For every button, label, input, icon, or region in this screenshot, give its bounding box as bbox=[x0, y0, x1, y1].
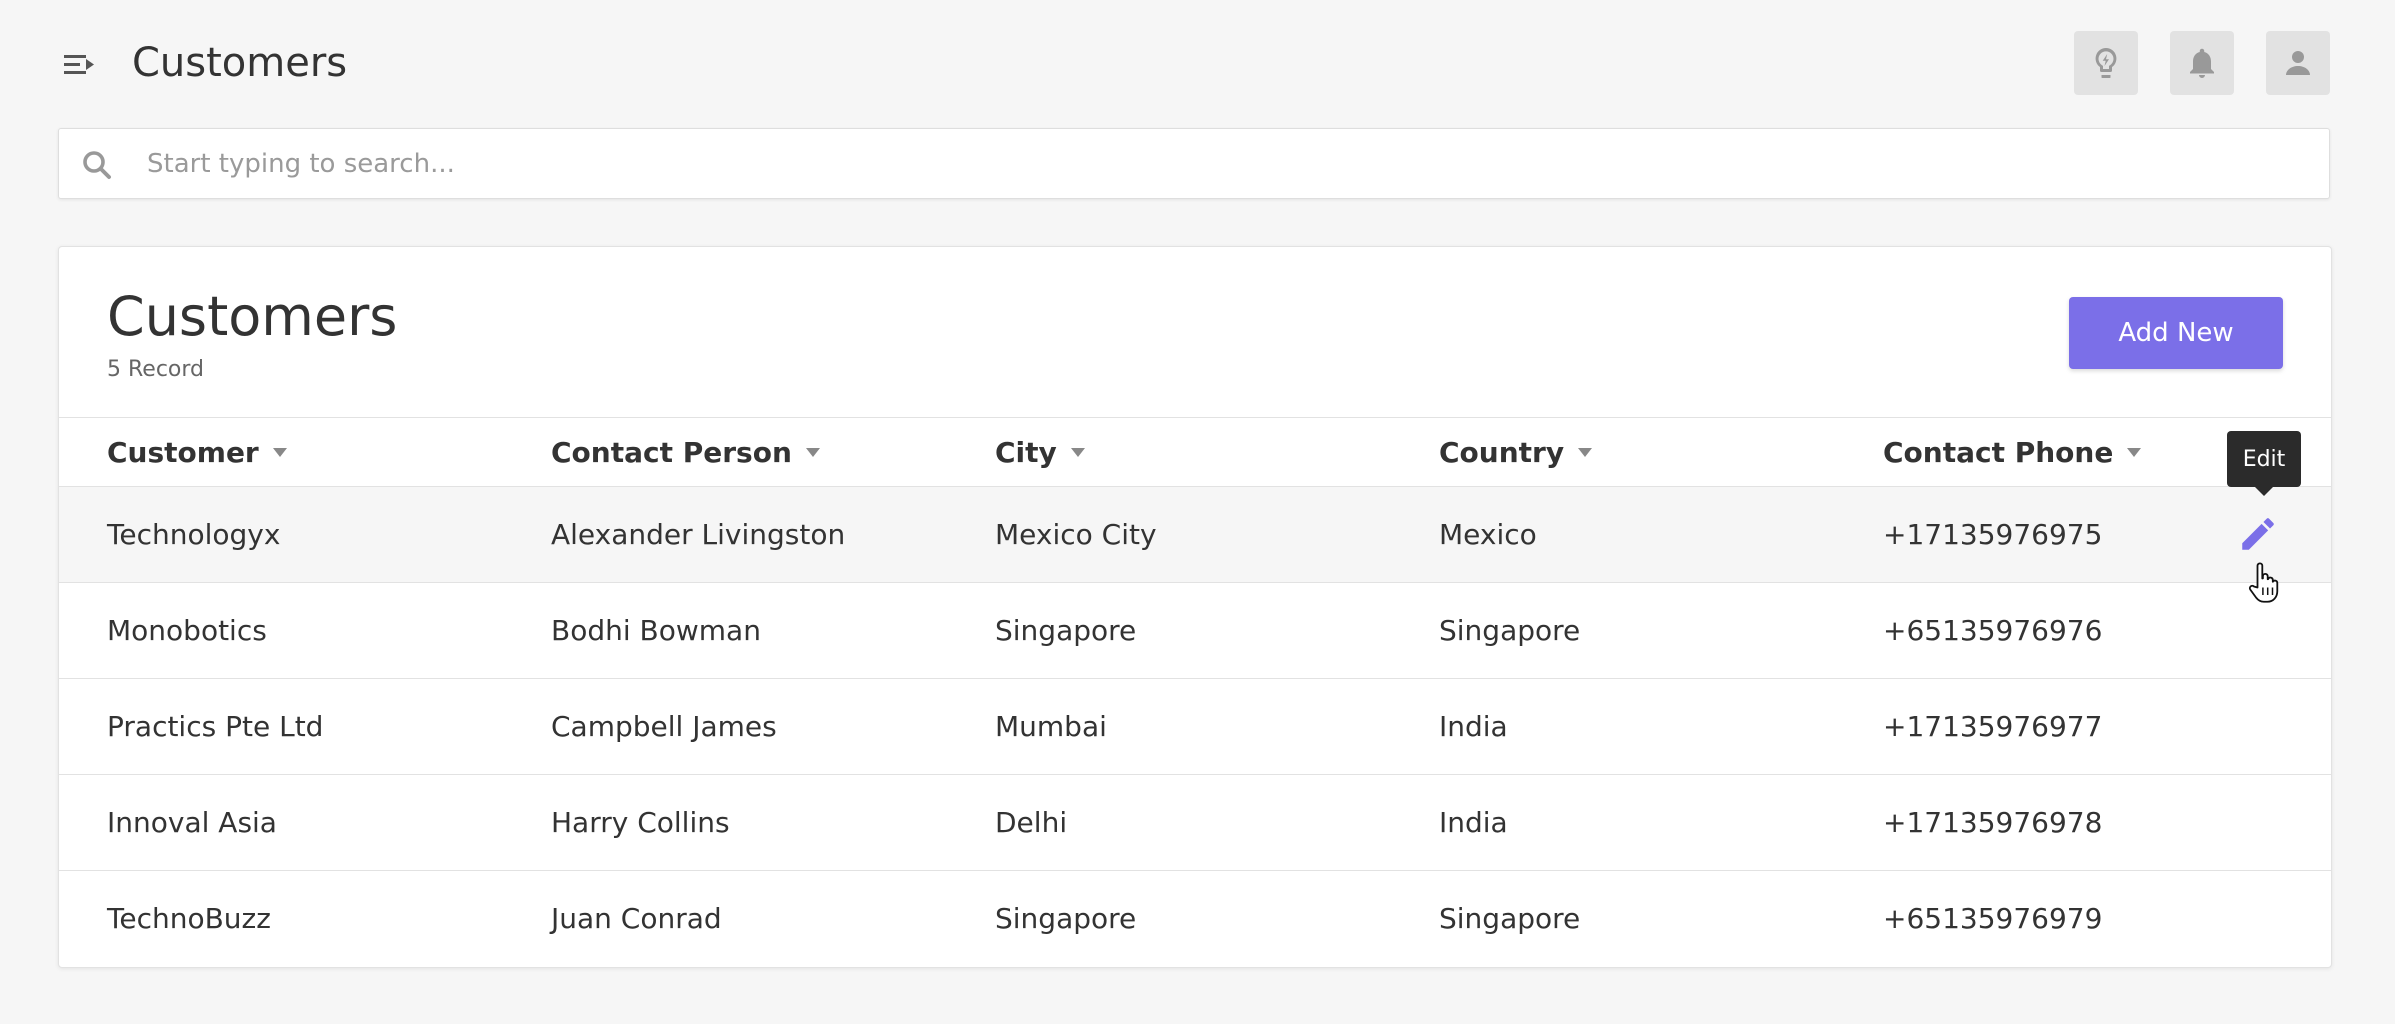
table-row[interactable]: TechnoBuzz Juan Conrad Singapore Singapo… bbox=[59, 871, 2331, 967]
cell-customer: TechnoBuzz bbox=[107, 902, 271, 935]
notifications-button[interactable] bbox=[2170, 31, 2234, 95]
hand-cursor-icon bbox=[2248, 562, 2279, 603]
cell-city: Singapore bbox=[995, 902, 1137, 935]
cell-country: India bbox=[1439, 806, 1508, 839]
column-header-label: Contact Person bbox=[551, 435, 792, 469]
pencil-icon[interactable] bbox=[2237, 513, 2279, 555]
table-header: Customer Contact Person City Country Con… bbox=[59, 417, 2331, 487]
cell-contact-person: Juan Conrad bbox=[551, 902, 722, 935]
column-header-label: Customer bbox=[107, 435, 259, 469]
cell-city: Mumbai bbox=[995, 710, 1107, 743]
page-title: Customers bbox=[132, 40, 348, 86]
cell-customer: Technologyx bbox=[107, 518, 281, 551]
cell-country: Mexico bbox=[1439, 518, 1537, 551]
customers-card: Customers 5 Record Add New Customer Cont… bbox=[58, 246, 2332, 968]
cell-contact-person: Bodhi Bowman bbox=[551, 614, 761, 647]
cell-contact-phone: +17135976975 bbox=[1883, 518, 2103, 551]
cell-country: India bbox=[1439, 710, 1508, 743]
bell-icon bbox=[2190, 48, 2214, 78]
user-icon bbox=[2286, 51, 2310, 75]
search-input[interactable] bbox=[147, 129, 2307, 198]
table-row[interactable]: Practics Pte Ltd Campbell James Mumbai I… bbox=[59, 679, 2331, 775]
cell-city: Singapore bbox=[995, 614, 1137, 647]
cell-contact-person: Harry Collins bbox=[551, 806, 730, 839]
table-row[interactable]: Technologyx Alexander Livingston Mexico … bbox=[59, 487, 2331, 583]
menu-collapse-icon[interactable] bbox=[62, 50, 96, 80]
cell-customer: Practics Pte Ltd bbox=[107, 710, 324, 743]
record-count: 5 Record bbox=[107, 357, 205, 382]
column-header-label: City bbox=[995, 435, 1057, 469]
table-row[interactable]: Innoval Asia Harry Collins Delhi India +… bbox=[59, 775, 2331, 871]
cell-contact-phone: +17135976978 bbox=[1883, 806, 2103, 839]
cell-customer: Innoval Asia bbox=[107, 806, 277, 839]
table-row[interactable]: Monobotics Bodhi Bowman Singapore Singap… bbox=[59, 583, 2331, 679]
search-icon bbox=[83, 151, 111, 179]
edit-tooltip: Edit bbox=[2227, 431, 2301, 496]
cell-country: Singapore bbox=[1439, 902, 1581, 935]
cell-city: Delhi bbox=[995, 806, 1068, 839]
column-header-country[interactable]: Country bbox=[1439, 418, 1593, 486]
ideas-button[interactable] bbox=[2074, 31, 2138, 95]
column-header-label: Country bbox=[1439, 435, 1565, 469]
top-bar: Customers bbox=[0, 0, 2395, 128]
cell-contact-phone: +65135976976 bbox=[1883, 614, 2103, 647]
add-new-button[interactable]: Add New bbox=[2069, 297, 2283, 369]
card-title: Customers bbox=[107, 285, 398, 348]
cell-contact-person: Campbell James bbox=[551, 710, 777, 743]
cell-contact-phone: +17135976977 bbox=[1883, 710, 2103, 743]
sort-caret-icon bbox=[1578, 447, 1593, 457]
column-header-contact-phone[interactable]: Contact Phone bbox=[1883, 418, 2142, 486]
cell-customer: Monobotics bbox=[107, 614, 267, 647]
sort-caret-icon bbox=[1070, 447, 1085, 457]
search-bar bbox=[58, 128, 2330, 199]
cell-country: Singapore bbox=[1439, 614, 1581, 647]
column-header-city[interactable]: City bbox=[995, 418, 1085, 486]
profile-button[interactable] bbox=[2266, 31, 2330, 95]
cell-city: Mexico City bbox=[995, 518, 1157, 551]
column-header-contact-person[interactable]: Contact Person bbox=[551, 418, 820, 486]
sort-caret-icon bbox=[805, 447, 820, 457]
cell-contact-phone: +65135976979 bbox=[1883, 902, 2103, 935]
cell-contact-person: Alexander Livingston bbox=[551, 518, 846, 551]
sort-caret-icon bbox=[272, 447, 287, 457]
lightbulb-icon bbox=[2095, 48, 2117, 78]
sort-caret-icon bbox=[2127, 447, 2142, 457]
column-header-customer[interactable]: Customer bbox=[107, 418, 287, 486]
column-header-label: Contact Phone bbox=[1883, 435, 2114, 469]
